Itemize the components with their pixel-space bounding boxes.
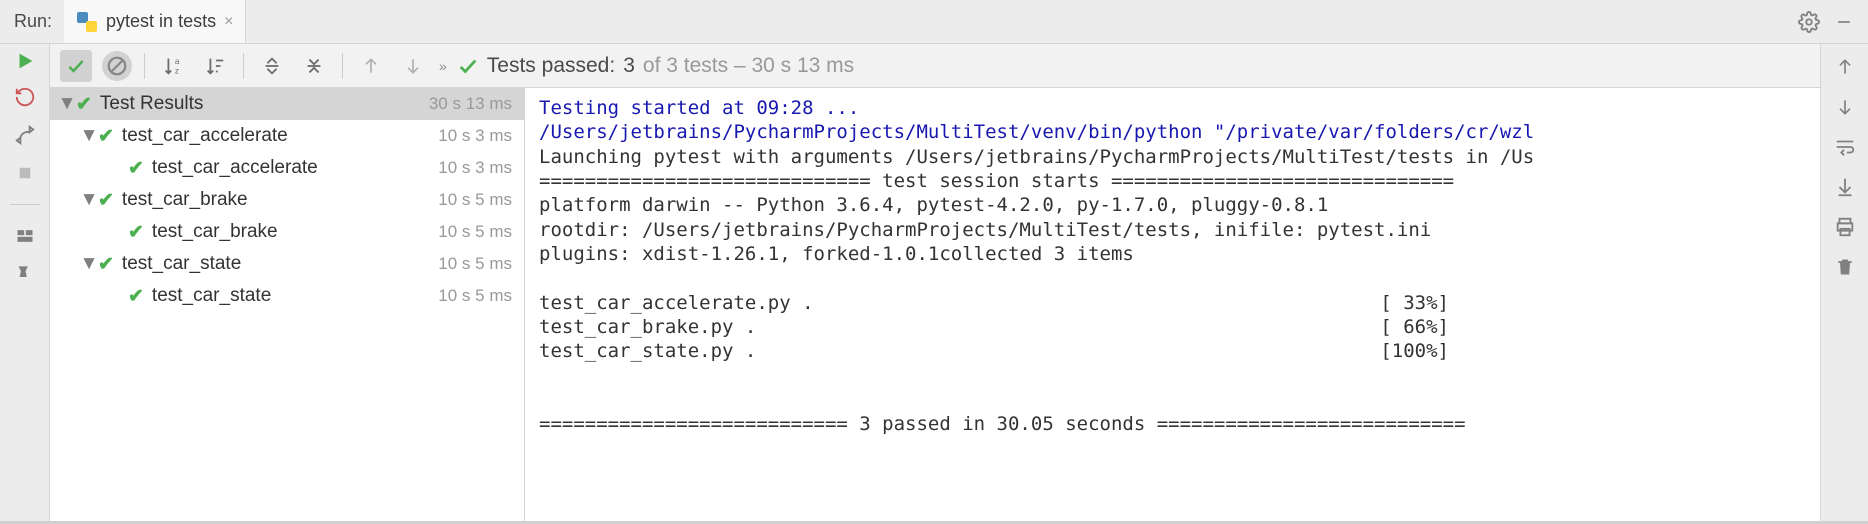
print-icon[interactable]: [1832, 214, 1858, 240]
check-icon: ✔: [98, 125, 114, 148]
next-failed-button[interactable]: [397, 50, 429, 82]
sort-alpha-button[interactable]: az: [157, 50, 189, 82]
tree-item[interactable]: ✔ test_car_brake 10 s 5 ms: [50, 216, 524, 248]
show-passed-button[interactable]: [60, 50, 92, 82]
check-icon: [457, 55, 479, 77]
console-line: test_car_accelerate.py .: [539, 291, 814, 315]
tree-label: Test Results: [100, 93, 203, 115]
toggle-auto-test-icon[interactable]: [12, 122, 38, 148]
chevron-down-icon[interactable]: ▼: [80, 253, 98, 275]
tree-time: 10 s 5 ms: [438, 254, 512, 274]
pin-icon[interactable]: [12, 261, 38, 287]
tree-label: test_car_accelerate: [152, 157, 318, 179]
chevron-down-icon[interactable]: ▼: [80, 189, 98, 211]
soft-wrap-icon[interactable]: [1832, 134, 1858, 160]
console-percent: [ 33%]: [1380, 291, 1449, 315]
tree-item[interactable]: ▼ ✔ test_car_brake 10 s 5 ms: [50, 184, 524, 216]
console-line: =========================== 3 passed in …: [539, 413, 1466, 435]
tree-time: 10 s 5 ms: [438, 286, 512, 306]
test-tree[interactable]: ▼ ✔ Test Results 30 s 13 ms ▼ ✔ test_car…: [50, 88, 525, 521]
tree-root[interactable]: ▼ ✔ Test Results 30 s 13 ms: [50, 88, 524, 120]
tree-time: 10 s 3 ms: [438, 126, 512, 146]
tab-label: pytest in tests: [106, 11, 216, 32]
run-label: Run:: [0, 11, 64, 32]
console-line: plugins: xdist-1.26.1, forked-1.0.1colle…: [539, 243, 1134, 265]
close-icon[interactable]: ×: [224, 13, 233, 31]
check-icon: ✔: [128, 285, 144, 308]
collapse-all-button[interactable]: [298, 50, 330, 82]
console-line: platform darwin -- Python 3.6.4, pytest-…: [539, 194, 1328, 216]
console-line: rootdir: /Users/jetbrains/PycharmProject…: [539, 219, 1431, 241]
tree-item[interactable]: ✔ test_car_state 10 s 5 ms: [50, 280, 524, 312]
minimize-icon[interactable]: [1834, 12, 1854, 32]
check-icon: ✔: [128, 157, 144, 180]
more-actions-chevron[interactable]: »: [439, 58, 447, 74]
run-panel-header: Run: pytest in tests ×: [0, 0, 1868, 44]
tree-label: test_car_state: [152, 285, 271, 307]
console-percent: [100%]: [1380, 339, 1449, 363]
tree-label: test_car_state: [122, 253, 241, 275]
expand-all-button[interactable]: [256, 50, 288, 82]
run-button[interactable]: [14, 50, 36, 72]
console-line: test_car_state.py .: [539, 339, 756, 363]
console-line: test_car_brake.py .: [539, 315, 756, 339]
tree-label: test_car_brake: [122, 189, 248, 211]
next-icon[interactable]: [1832, 94, 1858, 120]
console-line: /Users/jetbrains/PycharmProjects/MultiTe…: [539, 121, 1534, 143]
right-gutter: [1820, 44, 1868, 521]
svg-text:z: z: [175, 66, 179, 75]
show-ignored-button[interactable]: [102, 51, 132, 81]
check-icon: ✔: [98, 189, 114, 212]
chevron-down-icon[interactable]: ▼: [58, 93, 76, 115]
tree-time: 30 s 13 ms: [429, 94, 512, 114]
layout-icon[interactable]: [12, 223, 38, 249]
console-line: Testing started at 09:28 ...: [539, 97, 859, 119]
prev-failed-button[interactable]: [355, 50, 387, 82]
gear-icon[interactable]: [1798, 11, 1820, 33]
check-icon: ✔: [128, 221, 144, 244]
stop-button[interactable]: [12, 160, 38, 186]
run-config-tab[interactable]: pytest in tests ×: [64, 0, 246, 43]
sort-duration-button[interactable]: [199, 50, 231, 82]
console-line: Launching pytest with arguments /Users/j…: [539, 146, 1534, 168]
tree-label: test_car_accelerate: [122, 125, 288, 147]
tree-time: 10 s 5 ms: [438, 222, 512, 242]
prev-icon[interactable]: [1832, 54, 1858, 80]
svg-text:a: a: [175, 57, 180, 66]
tree-time: 10 s 5 ms: [438, 190, 512, 210]
tree-item[interactable]: ✔ test_car_accelerate 10 s 3 ms: [50, 152, 524, 184]
tree-item[interactable]: ▼ ✔ test_car_accelerate 10 s 3 ms: [50, 120, 524, 152]
console-percent: [ 66%]: [1380, 315, 1449, 339]
test-status-text: Tests passed: 3 of 3 tests – 30 s 13 ms: [457, 54, 854, 78]
scroll-to-end-icon[interactable]: [1832, 174, 1858, 200]
left-gutter: [0, 44, 50, 521]
check-icon: ✔: [98, 253, 114, 276]
debug-rerun-icon[interactable]: [12, 84, 38, 110]
trash-icon[interactable]: [1832, 254, 1858, 280]
console-line: ============================= test sessi…: [539, 170, 1454, 192]
chevron-down-icon[interactable]: ▼: [80, 125, 98, 147]
tree-time: 10 s 3 ms: [438, 158, 512, 178]
python-icon: [76, 11, 98, 33]
tree-label: test_car_brake: [152, 221, 278, 243]
tree-item[interactable]: ▼ ✔ test_car_state 10 s 5 ms: [50, 248, 524, 280]
test-toolbar: az » Tests passed: 3: [50, 44, 1820, 88]
console-output[interactable]: Testing started at 09:28 ... /Users/jetb…: [525, 88, 1820, 521]
check-icon: ✔: [76, 93, 92, 116]
